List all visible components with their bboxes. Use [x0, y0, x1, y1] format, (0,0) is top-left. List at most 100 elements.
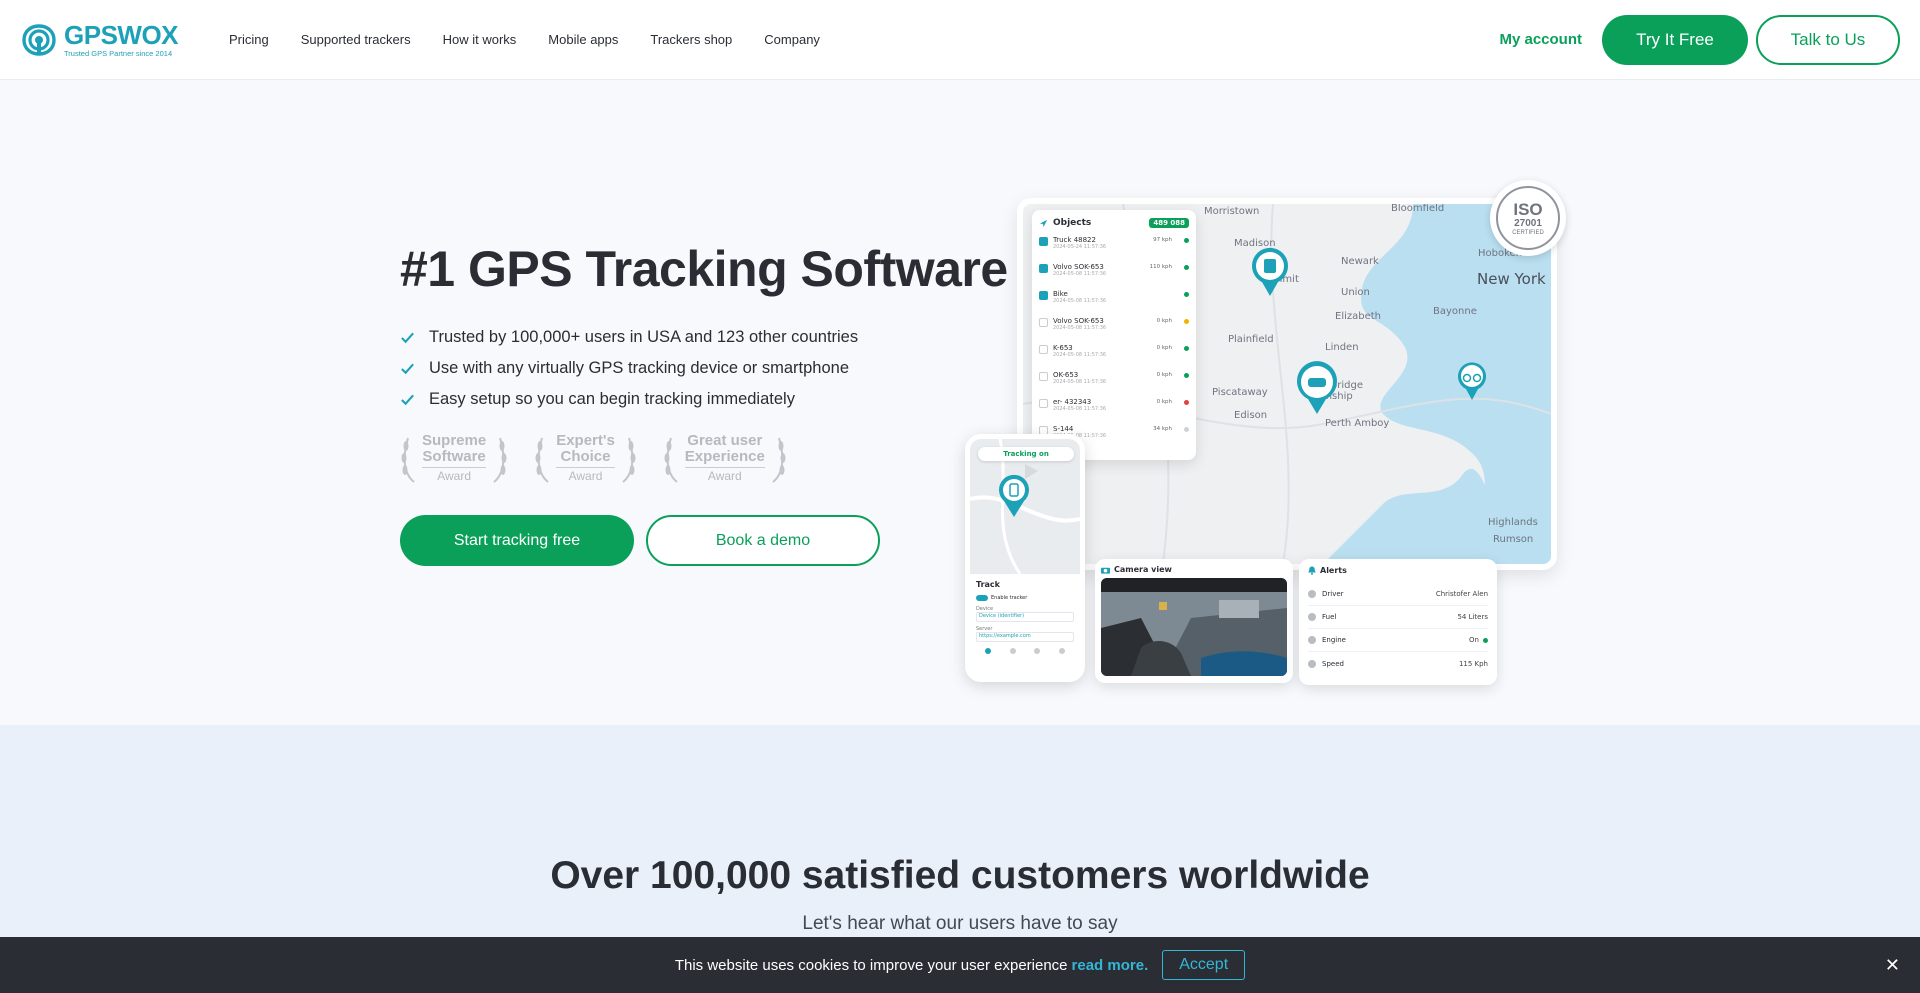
- object-time: 2024-05-24 11:57:36: [1053, 244, 1107, 250]
- try-it-free-button[interactable]: Try It Free: [1602, 14, 1748, 65]
- start-tracking-free-button[interactable]: Start tracking free: [400, 515, 634, 566]
- award-line: Choice: [560, 447, 611, 465]
- object-speed: 0 kph: [1156, 399, 1172, 405]
- feature-text: Easy setup so you can begin tracking imm…: [429, 390, 795, 408]
- award-badge: Supreme Software Award: [400, 430, 508, 486]
- object-row[interactable]: K-653 2024-05-08 11:57:36 0 kph: [1039, 344, 1189, 371]
- phone-map: Tracking on: [970, 439, 1080, 575]
- laurel-right-icon: [493, 437, 507, 483]
- gpswox-logo[interactable]: GPSWOX Trusted GPS Partner since 2014: [20, 21, 188, 59]
- object-checkbox[interactable]: [1039, 399, 1048, 408]
- alert-label: Speed: [1322, 659, 1344, 668]
- award-badge: Great user Experience Award: [663, 430, 787, 486]
- award-line: Software: [422, 447, 486, 465]
- alert-row-driver: Driver Christofer Alen: [1308, 583, 1488, 606]
- phone-tab-bar: [976, 648, 1074, 654]
- phone-track-panel: Track Enable tracker Device Device (iden…: [970, 574, 1080, 677]
- nav-company[interactable]: Company: [764, 32, 820, 47]
- object-name: Bike 2024-05-08 11:57:36: [1053, 290, 1172, 304]
- alert-value: 54 Liters: [1457, 613, 1488, 621]
- laurel-right-icon: [772, 437, 786, 483]
- nav-how-it-works[interactable]: How it works: [443, 32, 517, 47]
- object-checkbox[interactable]: [1039, 345, 1048, 354]
- alert-label: Fuel: [1322, 613, 1337, 621]
- object-speed: 97 kph: [1153, 237, 1172, 243]
- object-name: K-653 2024-05-08 11:57:36: [1053, 344, 1157, 358]
- cookie-banner: This website uses cookies to improve you…: [0, 937, 1920, 993]
- object-time: 2024-05-08 11:57:36: [1053, 325, 1107, 331]
- alert-label: Engine: [1322, 636, 1346, 644]
- nav-supported-trackers[interactable]: Supported trackers: [301, 32, 411, 47]
- device-field: Device (identifier): [976, 612, 1074, 622]
- feature-item: Trusted by 100,000+ users in USA and 123…: [400, 322, 858, 353]
- talk-to-us-button[interactable]: Talk to Us: [1756, 14, 1900, 65]
- check-icon: [401, 332, 414, 344]
- hero-title: #1 GPS Tracking Software: [400, 241, 1008, 297]
- close-icon[interactable]: ✕: [1885, 955, 1900, 976]
- laurel-left-icon: [535, 437, 549, 483]
- nav-pricing[interactable]: Pricing: [229, 32, 269, 47]
- bike-pin-icon: [1458, 362, 1486, 400]
- tracking-on-pill: Tracking on: [978, 447, 1074, 461]
- cookie-accept-button[interactable]: Accept: [1162, 950, 1246, 980]
- laurel-right-icon: [622, 437, 636, 483]
- object-time: 2024-05-08 11:57:36: [1053, 298, 1107, 304]
- map-label: Newark: [1341, 256, 1379, 267]
- navigation-arrow-icon: [1039, 219, 1048, 227]
- my-account-link[interactable]: My account: [1499, 31, 1582, 48]
- object-time: 2024-05-08 11:57:36: [1053, 271, 1107, 277]
- book-a-demo-button[interactable]: Book a demo: [646, 515, 880, 566]
- object-checkbox[interactable]: [1039, 291, 1048, 300]
- map-label: Bayonne: [1433, 306, 1477, 317]
- object-name: Truck 48822 2024-05-24 11:57:36: [1053, 236, 1153, 250]
- check-icon: [401, 394, 414, 406]
- cookie-text: This website uses cookies to improve you…: [674, 956, 1068, 974]
- award-line: Expert's: [556, 431, 615, 449]
- object-row[interactable]: er- 432343 2024-05-08 11:57:36 0 kph: [1039, 398, 1189, 425]
- product-mockup: Morristown Bloomfield Madison Summit New…: [960, 180, 1572, 685]
- map-label: Perth Amboy: [1325, 418, 1390, 429]
- tracker-toggle: [976, 595, 988, 601]
- object-time: 2024-05-08 11:57:36: [1053, 352, 1107, 358]
- alert-label: Driver: [1322, 590, 1344, 598]
- objects-panel: Objects 489 088 Truck 48822 2024-05-24 11…: [1032, 210, 1196, 460]
- map-label: Linden: [1325, 342, 1359, 353]
- status-dot: [1184, 400, 1189, 405]
- award-line: Great user: [687, 431, 763, 449]
- object-checkbox[interactable]: [1039, 264, 1048, 273]
- site-header: GPSWOX Trusted GPS Partner since 2014 Pr…: [0, 0, 1920, 80]
- objects-list: Truck 48822 2024-05-24 11:57:36 97 kph Volv…: [1039, 236, 1189, 452]
- enable-tracker-label: Enable tracker: [991, 595, 1028, 601]
- alert-value: On: [1469, 636, 1479, 644]
- object-row[interactable]: Bike 2024-05-08 11:57:36: [1039, 290, 1189, 317]
- object-checkbox[interactable]: [1039, 318, 1048, 327]
- award-sub: Award: [556, 467, 615, 483]
- object-row[interactable]: Volvo SOK-653 2024-05-08 11:57:36 110 kph: [1039, 263, 1189, 290]
- award-line: Supreme: [422, 431, 487, 449]
- object-name: OK-653 2024-05-08 11:57:36: [1053, 371, 1157, 385]
- map-label: Piscataway: [1212, 387, 1268, 398]
- nav-mobile-apps[interactable]: Mobile apps: [548, 32, 618, 47]
- object-row[interactable]: Truck 48822 2024-05-24 11:57:36 97 kph: [1039, 236, 1189, 263]
- status-dot: [1184, 292, 1189, 297]
- cookie-read-more-link[interactable]: read more.: [1072, 957, 1149, 974]
- nav-trackers-shop[interactable]: Trackers shop: [650, 32, 732, 47]
- alerts-panel: Alerts Driver Christofer Alen Fuel 54 Li…: [1299, 559, 1497, 685]
- engine-icon: [1308, 636, 1316, 644]
- track-title: Track: [976, 580, 1000, 589]
- object-speed: 0 kph: [1156, 318, 1172, 324]
- object-row[interactable]: OK-653 2024-05-08 11:57:36 0 kph: [1039, 371, 1189, 398]
- alerts-title: Alerts: [1320, 566, 1347, 575]
- object-checkbox[interactable]: [1039, 237, 1048, 246]
- object-name: Volvo SOK-653 2024-05-08 11:57:36: [1053, 263, 1150, 277]
- object-checkbox[interactable]: [1039, 372, 1048, 381]
- iso-number: 27001: [1514, 217, 1542, 229]
- status-dot: [1184, 346, 1189, 351]
- testimonials-subtitle: Let's hear what our users have to say: [802, 913, 1118, 934]
- camera-view-title: Camera view: [1114, 565, 1172, 574]
- object-speed: 34 kph: [1153, 426, 1172, 432]
- object-row[interactable]: Volvo SOK-653 2024-05-08 11:57:36 0 kph: [1039, 317, 1189, 344]
- camera-icon: [1101, 567, 1110, 574]
- fuel-icon: [1308, 613, 1316, 621]
- map-label: Elizabeth: [1335, 311, 1382, 322]
